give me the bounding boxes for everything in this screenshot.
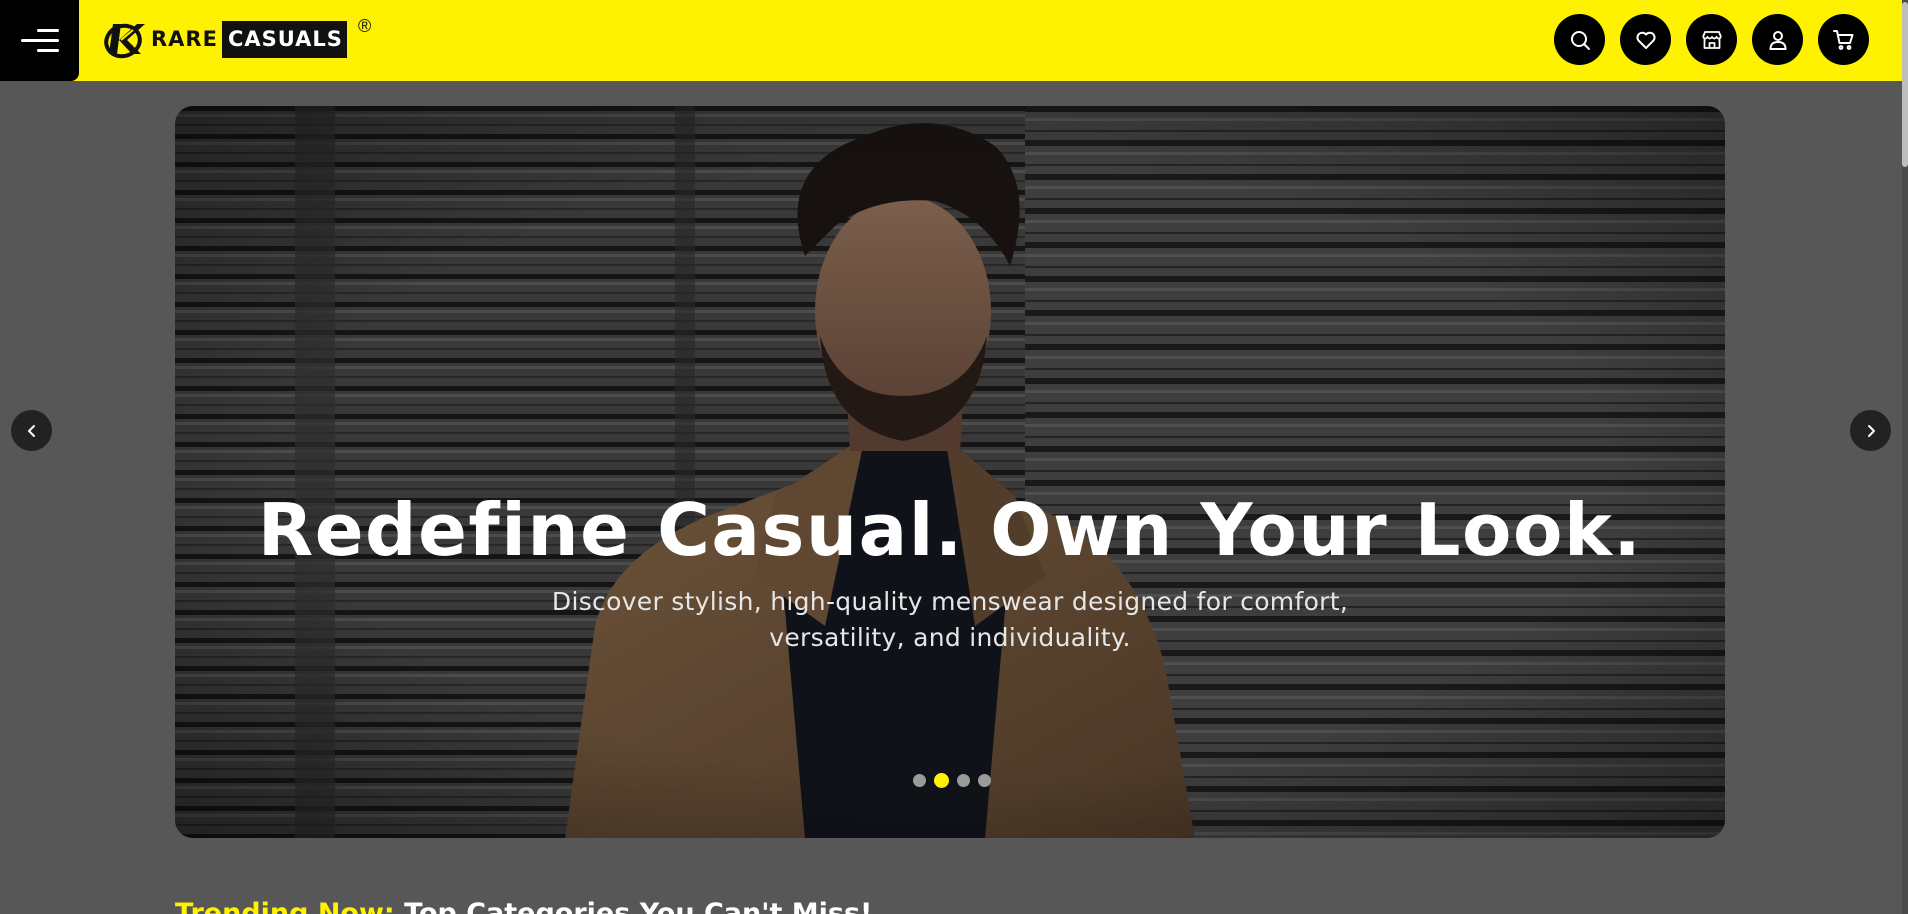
trending-heading: Top Categories You Can't Miss! (394, 898, 873, 914)
hero-image (175, 106, 1725, 838)
site-header: RARE CASUALS ® (0, 0, 1902, 81)
hero-subtitle-line-2: versatility, and individuality. (769, 623, 1131, 652)
header-actions (1554, 14, 1869, 65)
carousel-next-button[interactable] (1850, 410, 1891, 451)
heart-icon (1635, 31, 1656, 49)
trending-section-title: Trending Now: Top Categories You Can't M… (175, 898, 872, 914)
chevron-right-icon (1867, 424, 1875, 437)
search-icon (1570, 30, 1590, 50)
menu-button[interactable] (0, 0, 79, 81)
trending-highlight: Trending Now: (175, 898, 395, 914)
search-button[interactable] (1554, 14, 1605, 65)
registered-mark: ® (358, 16, 372, 36)
carousel-dot-4[interactable] (978, 774, 991, 787)
hero-subtitle-line-1: Discover stylish, high-quality menswear … (551, 587, 1349, 616)
account-button[interactable] (1752, 14, 1803, 65)
hamburger-icon (20, 28, 59, 53)
chevron-left-icon (27, 424, 35, 437)
store-icon (1701, 30, 1722, 49)
cart-button[interactable] (1818, 14, 1869, 65)
carousel-indicators (175, 773, 1725, 788)
brand-logo[interactable]: RARE CASUALS ® (103, 16, 371, 60)
carousel-dot-1[interactable] (913, 774, 926, 787)
store-button[interactable] (1686, 14, 1737, 65)
logo-mark-icon (104, 23, 145, 59)
hero-title: Redefine Casual. Own Your Look. (257, 488, 1643, 572)
logo-text-rare: RARE (151, 27, 218, 51)
scrollbar-thumb[interactable] (1902, 2, 1908, 167)
logo-text-casuals: CASUALS (221, 20, 347, 58)
carousel-dot-2[interactable] (934, 773, 949, 788)
hero-carousel: Redefine Casual. Own Your Look. Discover… (175, 106, 1725, 838)
hero-subtitle: Discover stylish, high-quality menswear … (175, 584, 1725, 656)
user-icon (1768, 30, 1787, 50)
page-scrollbar[interactable] (1902, 0, 1908, 914)
wishlist-button[interactable] (1620, 14, 1671, 65)
carousel-dot-3[interactable] (957, 774, 970, 787)
cart-icon (1832, 29, 1853, 50)
carousel-prev-button[interactable] (11, 410, 52, 451)
